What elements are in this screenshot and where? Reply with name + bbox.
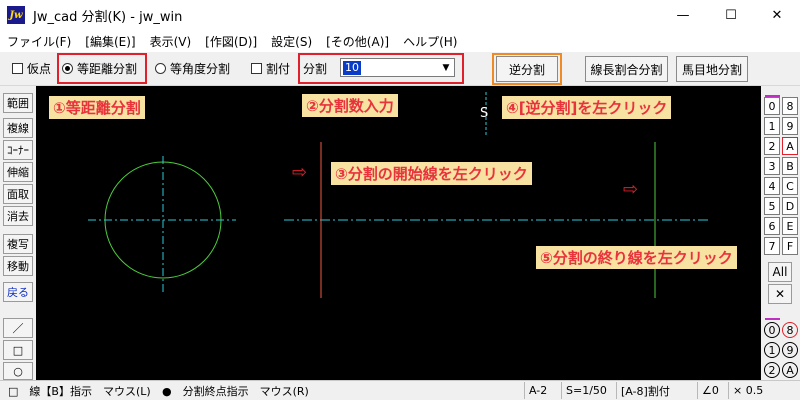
menu-settings[interactable]: 設定(S)	[264, 33, 319, 50]
kari-ten-option[interactable]: 仮点	[12, 60, 51, 77]
minimize-button[interactable]: —	[660, 0, 706, 30]
rectangle-tool-icon[interactable]: □	[3, 340, 33, 360]
layer-button-1[interactable]: 1	[764, 117, 780, 135]
paper-size-button[interactable]: A-2	[524, 382, 560, 399]
layer-button-7[interactable]: 7	[764, 237, 780, 255]
right-mouse-instruction: ● 分割終点指示 マウス(R)	[162, 385, 309, 398]
close-button[interactable]: ✕	[754, 0, 800, 30]
layer-group-button-0[interactable]: 0	[764, 322, 780, 338]
menu-file[interactable]: ファイル(F)	[0, 33, 78, 50]
angle-button[interactable]: ∠0	[697, 382, 727, 399]
note-step-3: ③分割の開始線を左クリック	[331, 162, 532, 185]
circle-tool-icon[interactable]: ○	[3, 362, 33, 380]
highlight-frame-reverse-division	[492, 53, 562, 85]
layer-button-c[interactable]: C	[782, 177, 798, 195]
tool-options-bar: 仮点 等距離分割 等角度分割 割付 分割 10 ▼ 逆分割 線長割合分割 馬目地…	[0, 52, 800, 86]
layer-button-6[interactable]: 6	[764, 217, 780, 235]
undo-button[interactable]: 戻る	[3, 282, 33, 302]
kari-ten-checkbox[interactable]	[12, 63, 23, 74]
layer-button-b[interactable]: B	[782, 157, 798, 175]
range-button[interactable]: 範囲	[3, 93, 33, 113]
erase-button[interactable]: 消去	[3, 206, 33, 226]
layer-button-a[interactable]: A	[782, 137, 798, 155]
layer-group-button-1[interactable]: 1	[764, 342, 780, 358]
layer-button-2[interactable]: 2	[764, 137, 780, 155]
layer-button-0[interactable]: 0	[764, 97, 780, 115]
layer-group-button-9[interactable]: 9	[782, 342, 798, 358]
layer-button-9[interactable]: 9	[782, 117, 798, 135]
menu-bar: ファイル(F) [編集(E)] 表示(V) [作図(D)] 設定(S) [その他…	[0, 30, 800, 52]
note-step-2: ②分割数入力	[302, 94, 398, 117]
title-bar: Jw Jw_cad 分割(K) - jw_win — ☐ ✕	[0, 0, 800, 30]
layer-button-e[interactable]: E	[782, 217, 798, 235]
line-tool-icon[interactable]: ／	[3, 318, 33, 338]
drawing-svg	[88, 92, 708, 298]
close-icon[interactable]: ✕	[768, 284, 792, 304]
layer-button-8[interactable]: 8	[782, 97, 798, 115]
scale-button[interactable]: S=1/50	[561, 382, 615, 399]
layer-button-5[interactable]: 5	[764, 197, 780, 215]
layer-button-3[interactable]: 3	[764, 157, 780, 175]
jw-cad-window: Jw Jw_cad 分割(K) - jw_win — ☐ ✕ ファイル(F) […	[0, 0, 800, 400]
waritsuke-checkbox[interactable]	[251, 63, 262, 74]
maximize-button[interactable]: ☐	[708, 0, 754, 30]
note-step-4: ④[逆分割]を左クリック	[502, 96, 672, 119]
layer-group-button-2[interactable]: 2	[764, 362, 780, 378]
layer-group-button-a[interactable]: A	[782, 362, 798, 378]
layer-group-button-8[interactable]: 8	[782, 322, 798, 338]
equal-angle-label: 等角度分割	[170, 62, 231, 76]
all-layers-button[interactable]: All	[768, 262, 792, 282]
layer-button-f[interactable]: F	[782, 237, 798, 255]
highlight-frame-division-count	[298, 53, 464, 84]
menu-help[interactable]: ヘルプ(H)	[396, 33, 464, 50]
equal-angle-radio[interactable]	[155, 63, 166, 74]
corner-button[interactable]: ｺｰﾅｰ	[3, 140, 33, 160]
current-layer-button[interactable]: [A-8]割付	[616, 382, 696, 399]
app-logo-icon: Jw	[7, 6, 25, 24]
layer-button-d[interactable]: D	[782, 197, 798, 215]
copy-button[interactable]: 複写	[3, 234, 33, 254]
drawing-canvas[interactable]: S ①等距離分割 ②分割数入力 ④[逆分割]を左クリック ⇨ ③分割の開始線を左…	[36, 86, 761, 380]
status-bar: □ 線【B】指示 マウス(L) ● 分割終点指示 マウス(R) A-2 S=1/…	[0, 380, 800, 400]
arrow-to-start-line-icon: ⇨	[292, 162, 308, 183]
offset-line-button[interactable]: 複線	[3, 118, 33, 138]
chamfer-button[interactable]: 面取	[3, 184, 33, 204]
menu-edit[interactable]: [編集(E)]	[78, 33, 142, 50]
zoom-button[interactable]: × 0.5	[728, 382, 800, 399]
equal-angle-option[interactable]: 等角度分割	[155, 60, 230, 77]
menu-view[interactable]: 表示(V)	[143, 33, 199, 50]
move-button[interactable]: 移動	[3, 256, 33, 276]
kari-ten-label: 仮点	[27, 62, 52, 76]
left-mouse-instruction: □ 線【B】指示 マウス(L)	[8, 385, 151, 398]
left-tool-palette: 範囲 複線 ｺｰﾅｰ 伸縮 面取 消去 複写 移動 戻る ／ □ ○	[0, 86, 36, 380]
highlight-frame-equal-distance	[57, 53, 147, 84]
note-step-1: ①等距離分割	[49, 96, 145, 119]
window-title: Jw_cad 分割(K) - jw_win	[33, 9, 183, 25]
group-0-indicator	[765, 318, 780, 320]
menu-draw[interactable]: [作図(D)]	[198, 33, 264, 50]
line-ratio-division-button[interactable]: 線長割合分割	[585, 56, 668, 82]
waritsuke-label: 割付	[266, 62, 291, 76]
arrow-to-end-line-icon: ⇨	[623, 179, 639, 200]
menu-other[interactable]: [その他(A)]	[319, 33, 396, 50]
note-step-5: ⑤分割の終り線を左クリック	[536, 246, 737, 269]
brick-joint-division-button[interactable]: 馬目地分割	[676, 56, 748, 82]
extend-button[interactable]: 伸縮	[3, 162, 33, 182]
cursor-snap-s-marker: S	[480, 106, 489, 121]
waritsuke-option[interactable]: 割付	[251, 60, 290, 77]
layer-button-4[interactable]: 4	[764, 177, 780, 195]
